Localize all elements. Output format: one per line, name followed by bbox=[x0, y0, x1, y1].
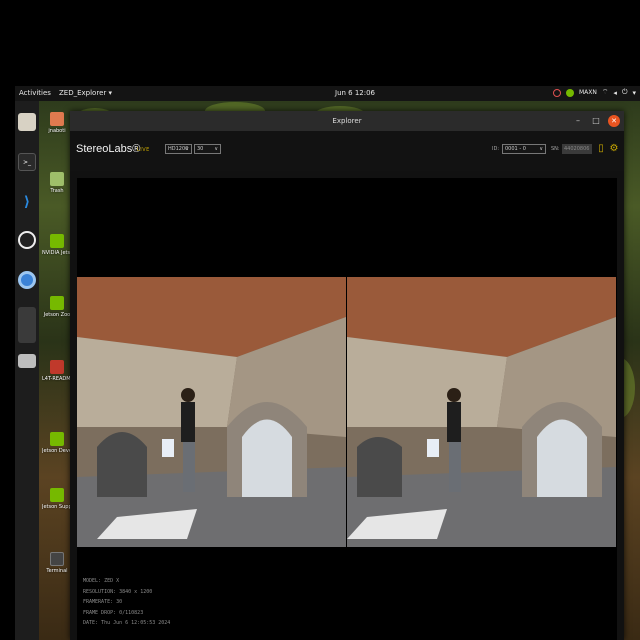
nvidia-icon[interactable] bbox=[565, 88, 574, 97]
chevron-down-icon: ∨ bbox=[539, 146, 543, 152]
files-icon[interactable] bbox=[18, 113, 36, 131]
stereo-viewer: MODEL: ZED X RESOLUTION: 3840 x 1200 FRA… bbox=[77, 178, 617, 640]
minimize-button[interactable]: – bbox=[572, 115, 584, 127]
desktop-icon-l4t-readme[interactable]: L4T-README bbox=[42, 360, 72, 382]
gear-icon[interactable]: ⚙ bbox=[609, 143, 619, 155]
resolution-select[interactable]: HD1200 ∨ bbox=[165, 144, 192, 154]
window-title: Explorer bbox=[332, 117, 362, 125]
chevron-down-icon: ∨ bbox=[185, 146, 189, 152]
desktop-icon-jetson-forums[interactable]: Jetson Support Forums bbox=[42, 488, 72, 510]
desktop-icon-jetson-developer[interactable]: Jetson Developer Z bbox=[42, 432, 72, 454]
chevron-down-icon[interactable]: ▾ bbox=[632, 89, 636, 97]
zed-explorer-icon[interactable] bbox=[18, 307, 36, 343]
camera-metadata: MODEL: ZED X RESOLUTION: 3840 x 1200 FRA… bbox=[83, 576, 170, 629]
close-button[interactable]: ✕ bbox=[608, 115, 620, 127]
desktop-icon-jetson-zoo[interactable]: Jetson Zoo bbox=[42, 296, 72, 318]
id-label: ID: bbox=[492, 146, 500, 152]
record-icon[interactable]: ▯ bbox=[596, 143, 606, 155]
meta-frame-drop: FRAME DROP: 0/110823 bbox=[83, 609, 144, 616]
desktop-icon-home[interactable]: jnaboti bbox=[42, 112, 72, 134]
chevron-down-icon: ∨ bbox=[214, 146, 218, 152]
fps-select[interactable]: 30 ∨ bbox=[194, 144, 221, 154]
terminal-icon[interactable]: >_ bbox=[18, 153, 36, 171]
activities-button[interactable]: Activities bbox=[19, 89, 51, 97]
top-bar: Activities ZED_Explorer ▾ Jun 6 12:06 MA… bbox=[15, 86, 640, 101]
obs-icon[interactable] bbox=[18, 231, 36, 249]
dock: >_ ⟩ bbox=[15, 101, 39, 640]
meta-resolution: RESOLUTION: 3840 x 1200 bbox=[83, 588, 153, 595]
desktop-icon-terminal[interactable]: Terminal bbox=[42, 552, 72, 574]
desktop-screen: Activities ZED_Explorer ▾ Jun 6 12:06 MA… bbox=[0, 0, 640, 640]
right-camera-frame bbox=[347, 277, 616, 547]
sn-label: SN: bbox=[551, 146, 560, 152]
left-camera-frame bbox=[77, 277, 346, 547]
volume-icon[interactable]: ◂ bbox=[613, 89, 617, 97]
clock[interactable]: Jun 6 12:06 bbox=[335, 89, 375, 97]
maximize-button[interactable]: □ bbox=[590, 115, 602, 127]
camera-id-select[interactable]: 0001 - 0 ∨ bbox=[502, 144, 546, 154]
app-menu[interactable]: ZED_Explorer ▾ bbox=[59, 89, 112, 97]
live-status: LIVE bbox=[137, 147, 150, 153]
left-camera-image bbox=[77, 277, 346, 547]
wifi-icon[interactable]: ⌔ bbox=[602, 88, 609, 97]
update-icon[interactable] bbox=[552, 88, 561, 97]
chromium-icon[interactable] bbox=[18, 271, 36, 289]
system-tray[interactable]: MAXN ⌔ ◂ ⏻ ▾ bbox=[552, 88, 636, 97]
vscode-icon[interactable]: ⟩ bbox=[18, 193, 36, 211]
app-toolbar: StereoLabs® LIVE HD1200 ∨ 30 ∨ ID: 0001 - … bbox=[70, 131, 624, 171]
meta-date: DATE: Thu Jun 6 12:05:53 2024 bbox=[83, 620, 171, 626]
disk-icon[interactable] bbox=[18, 354, 36, 368]
meta-model: MODEL: ZED X bbox=[83, 578, 120, 584]
meta-framerate: FRAMERATE: 30 bbox=[83, 599, 123, 605]
explorer-window: Explorer – □ ✕ StereoLabs® LIVE HD1200 ∨ … bbox=[70, 111, 624, 640]
serial-number-field: 44020806 bbox=[562, 144, 592, 154]
desktop-icon-trash[interactable]: Trash bbox=[42, 172, 72, 194]
right-camera-image bbox=[347, 277, 616, 547]
desktop-icon-nvidia-community[interactable]: NVIDIA Jetson Community P bbox=[42, 234, 72, 256]
brand-logo: StereoLabs® bbox=[76, 143, 141, 155]
power-mode-label[interactable]: MAXN bbox=[579, 89, 597, 96]
window-controls: – □ ✕ bbox=[572, 115, 620, 127]
power-icon[interactable]: ⏻ bbox=[622, 88, 628, 97]
window-titlebar[interactable]: Explorer – □ ✕ bbox=[70, 111, 624, 131]
